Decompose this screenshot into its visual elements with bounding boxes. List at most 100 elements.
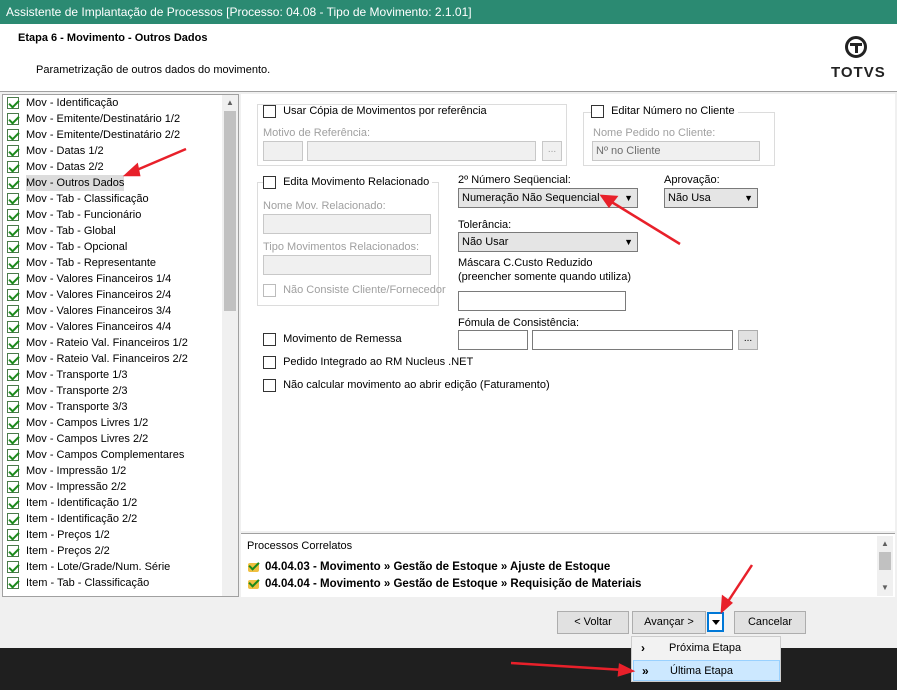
toler-value: Não Usar — [462, 236, 509, 248]
step-item[interactable]: Mov - Valores Financeiros 4/4 — [3, 319, 223, 335]
correlated-row[interactable]: 04.04.03 - Movimento » Gestão de Estoque… — [247, 560, 610, 573]
aprov-select[interactable]: Não Usa ▼ — [664, 188, 758, 208]
step-item[interactable]: Mov - Outros Dados — [3, 175, 223, 191]
next-button[interactable]: Avançar > — [632, 611, 706, 634]
step-checked-icon — [7, 369, 19, 381]
correlated-row[interactable]: 04.04.04 - Movimento » Gestão de Estoque… — [247, 577, 641, 590]
annotation-arrow — [510, 661, 625, 672]
pedido-rm-checkbox[interactable] — [263, 356, 276, 369]
step-item[interactable]: Mov - Impressão 1/2 — [3, 463, 223, 479]
scroll-thumb[interactable] — [224, 111, 236, 311]
step-item-label: Mov - Tab - Representante — [26, 257, 157, 269]
step-item[interactable]: Item - Identificação 1/2 — [3, 495, 223, 511]
step-checked-icon — [7, 161, 19, 173]
step-checked-icon — [7, 513, 19, 525]
step-item[interactable]: Mov - Tab - Opcional — [3, 239, 223, 255]
scroll-up-icon[interactable]: ▲ — [222, 95, 238, 111]
pedido-rm-option[interactable]: Pedido Integrado ao RM Nucleus .NET — [263, 356, 473, 369]
step-item[interactable]: Mov - Tab - Classificação — [3, 191, 223, 207]
correlated-row-label: 04.04.03 - Movimento » Gestão de Estoque… — [265, 560, 611, 573]
step-checked-icon — [7, 337, 19, 349]
cancel-button[interactable]: Cancelar — [734, 611, 806, 634]
step-item[interactable]: Mov - Tab - Funcionário — [3, 207, 223, 223]
mascara-input[interactable] — [458, 291, 626, 311]
step-item-label: Mov - Tab - Opcional — [26, 241, 128, 253]
remessa-checkbox[interactable] — [263, 333, 276, 346]
menu-item-ultima-etapa[interactable]: » Última Etapa — [633, 660, 780, 681]
step-checked-icon — [7, 561, 19, 573]
step-item[interactable]: Mov - Campos Livres 2/2 — [3, 431, 223, 447]
motivo-code-field[interactable] — [263, 141, 303, 161]
wizard-header: Etapa 6 - Movimento - Outros Dados Param… — [0, 24, 897, 92]
step-item[interactable]: Mov - Emitente/Destinatário 1/2 — [3, 111, 223, 127]
pedido-field[interactable]: Nº no Cliente — [592, 141, 760, 161]
edita-rel-option[interactable]: Edita Movimento Relacionado — [263, 176, 433, 189]
wizard-window: Assistente de Implantação de Processos [… — [0, 0, 897, 648]
back-button[interactable]: < Voltar — [557, 611, 629, 634]
step-item[interactable]: Mov - Impressão 2/2 — [3, 479, 223, 495]
chevron-down-icon: ▼ — [624, 193, 633, 203]
steps-tree[interactable]: Mov - Identificação Mov - Emitente/Destin… — [2, 94, 239, 597]
window-title: Assistente de Implantação de Processos [… — [0, 0, 897, 24]
formula-lookup-button[interactable]: ... — [738, 330, 758, 350]
next-dropdown-button[interactable] — [707, 612, 724, 632]
editar-numero-option[interactable]: Editar Número no Cliente — [591, 105, 738, 118]
step-item[interactable]: Mov - Valores Financeiros 3/4 — [3, 303, 223, 319]
step-item[interactable]: Item - Preços 2/2 — [3, 543, 223, 559]
step-item[interactable]: Mov - Tab - Global — [3, 223, 223, 239]
scroll-up-icon[interactable]: ▲ — [877, 536, 893, 552]
nao-consiste-checkbox[interactable] — [263, 284, 276, 297]
formula-desc-input[interactable] — [532, 330, 733, 350]
step-item[interactable]: Item - Identificação 2/2 — [3, 511, 223, 527]
step-item[interactable]: Mov - Transporte 3/3 — [3, 399, 223, 415]
next-dropdown-menu: › Próxima Etapa » Última Etapa — [631, 636, 781, 682]
tree-scrollbar[interactable]: ▲ — [222, 95, 238, 596]
tipo-mov-field[interactable] — [263, 255, 431, 275]
step-item[interactable]: Mov - Rateio Val. Financeiros 1/2 — [3, 335, 223, 351]
step-item-label: Mov - Tab - Classificação — [26, 193, 149, 205]
copia-checkbox[interactable] — [263, 105, 276, 118]
motivo-desc-field[interactable] — [307, 141, 536, 161]
edita-rel-checkbox[interactable] — [263, 176, 276, 189]
step-item[interactable]: Mov - Valores Financeiros 1/4 — [3, 271, 223, 287]
form-panel: Usar Cópia de Movimentos por referência … — [241, 94, 895, 531]
seq-select[interactable]: Numeração Não Sequencial ▼ — [458, 188, 638, 208]
edita-rel-label: Edita Movimento Relacionado — [283, 176, 430, 189]
step-item[interactable]: Mov - Campos Complementares — [3, 447, 223, 463]
step-item[interactable]: Mov - Identificação — [3, 95, 223, 111]
remessa-option[interactable]: Movimento de Remessa — [263, 333, 402, 346]
scroll-thumb[interactable] — [879, 552, 891, 570]
step-item[interactable]: Item - Preços 1/2 — [3, 527, 223, 543]
step-item[interactable]: Mov - Campos Livres 1/2 — [3, 415, 223, 431]
step-checked-icon — [7, 465, 19, 477]
step-item-label: Mov - Transporte 3/3 — [26, 401, 128, 413]
formula-label: Fómula de Consistência: — [458, 317, 580, 329]
step-item[interactable]: Mov - Tab - Representante — [3, 255, 223, 271]
correlated-scrollbar[interactable]: ▲ ▼ — [877, 536, 893, 596]
step-item-label: Mov - Emitente/Destinatário 1/2 — [26, 113, 181, 125]
toler-select[interactable]: Não Usar ▼ — [458, 232, 638, 252]
menu-item-proxima-etapa[interactable]: › Próxima Etapa — [633, 638, 780, 659]
step-item[interactable]: Item - Lote/Grade/Num. Série — [3, 559, 223, 575]
copia-option[interactable]: Usar Cópia de Movimentos por referência — [263, 105, 490, 118]
nao-consiste-option[interactable]: Não Consiste Cliente/Fornecedor — [263, 284, 446, 297]
step-item[interactable]: Mov - Datas 1/2 — [3, 143, 223, 159]
nome-mov-field[interactable] — [263, 214, 431, 234]
step-item[interactable]: Mov - Datas 2/2 — [3, 159, 223, 175]
editar-numero-checkbox[interactable] — [591, 105, 604, 118]
motivo-lookup-button[interactable]: ... — [542, 141, 562, 161]
nao-calc-checkbox[interactable] — [263, 379, 276, 392]
nao-calc-option[interactable]: Não calcular movimento ao abrir edição (… — [263, 379, 550, 392]
step-checked-icon — [7, 417, 19, 429]
step-item[interactable]: Mov - Transporte 1/3 — [3, 367, 223, 383]
step-item-label: Mov - Datas 2/2 — [26, 161, 104, 173]
step-item[interactable]: Item - Tab - Classificação — [3, 575, 223, 591]
step-item[interactable]: Mov - Emitente/Destinatário 2/2 — [3, 127, 223, 143]
process-done-icon — [247, 577, 261, 590]
step-item[interactable]: Mov - Valores Financeiros 2/4 — [3, 287, 223, 303]
pedido-label: Nome Pedido no Cliente: — [593, 127, 716, 139]
step-item[interactable]: Mov - Rateio Val. Financeiros 2/2 — [3, 351, 223, 367]
scroll-down-icon[interactable]: ▼ — [877, 580, 893, 596]
step-item[interactable]: Mov - Transporte 2/3 — [3, 383, 223, 399]
formula-code-input[interactable] — [458, 330, 528, 350]
